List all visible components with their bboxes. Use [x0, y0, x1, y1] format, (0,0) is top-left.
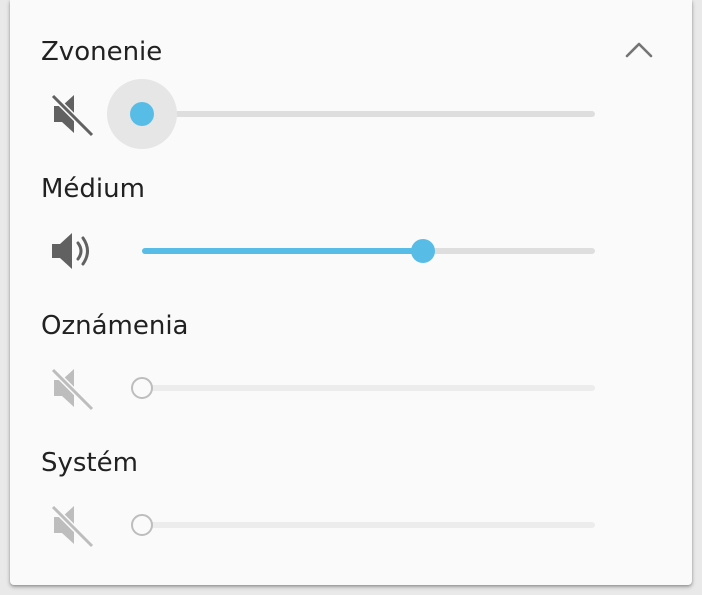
volume-row-notifications: Oznámenia — [10, 310, 692, 420]
slider-track — [142, 385, 595, 391]
system-label: Systém — [41, 448, 138, 478]
volume-muted-icon — [50, 93, 95, 138]
slider-thumb[interactable] — [410, 239, 435, 263]
volume-panel: Zvonenie Médium Oznámenia Systém — [10, 0, 692, 585]
notifications-label: Oznámenia — [41, 311, 189, 341]
volume-up-icon — [52, 233, 89, 269]
slider-thumb[interactable] — [131, 514, 153, 536]
notifications-mute-toggle[interactable] — [48, 364, 96, 412]
slider-thumb[interactable] — [131, 377, 153, 399]
media-label: Médium — [41, 174, 145, 204]
slider-fill — [142, 248, 423, 254]
slider-thumb[interactable] — [130, 102, 154, 126]
media-slider[interactable] — [142, 239, 595, 263]
system-mute-toggle[interactable] — [48, 501, 96, 549]
volume-row-system: Systém — [10, 447, 692, 557]
media-mute-toggle[interactable] — [48, 227, 96, 275]
volume-row-media: Médium — [10, 173, 692, 283]
ringtone-mute-toggle[interactable] — [48, 90, 96, 138]
volume-muted-icon — [50, 367, 95, 412]
system-slider[interactable] — [131, 514, 595, 536]
slider-track — [142, 111, 595, 117]
slider-track — [142, 522, 595, 528]
ringtone-slider[interactable] — [107, 79, 595, 149]
volume-muted-icon — [50, 504, 95, 549]
volume-row-ringtone: Zvonenie — [10, 36, 692, 149]
notifications-slider[interactable] — [131, 377, 595, 399]
ringtone-label: Zvonenie — [41, 37, 163, 67]
